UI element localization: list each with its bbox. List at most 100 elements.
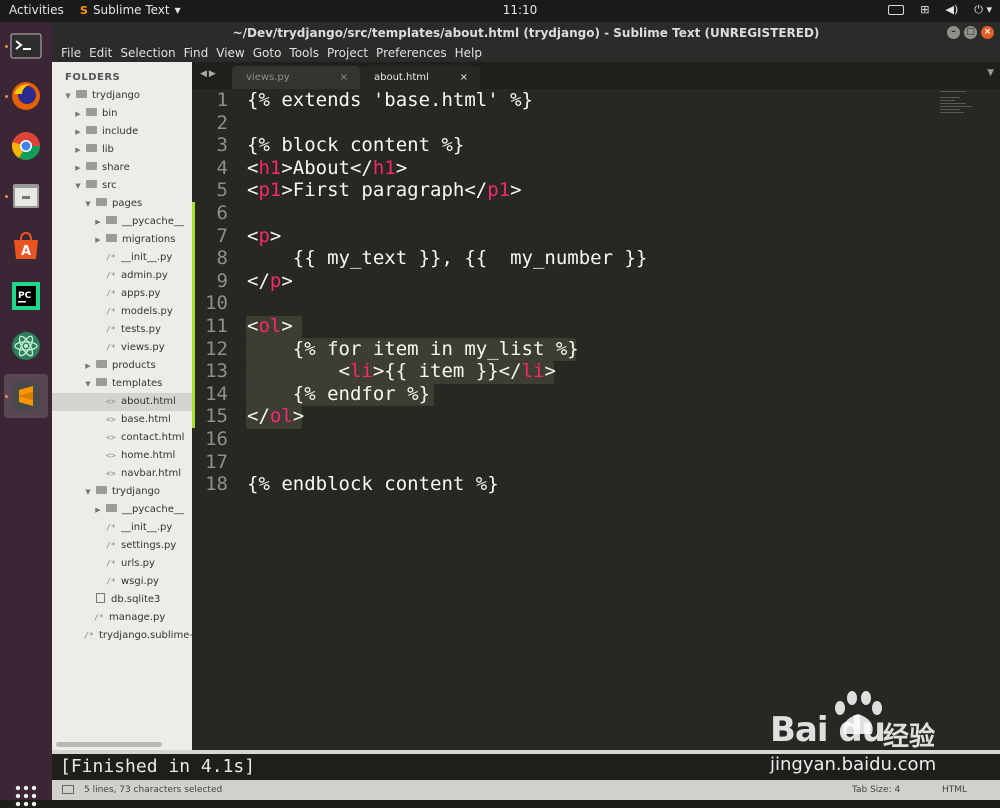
- window-controls: – □ ×: [947, 26, 994, 39]
- disclosure-closed-icon[interactable]: ▶: [94, 501, 102, 519]
- disclosure-open-icon[interactable]: ▼: [74, 177, 82, 195]
- panel-toggle-icon[interactable]: [62, 785, 74, 794]
- tab-about-html[interactable]: about.html ×: [360, 66, 480, 89]
- tab-size-button[interactable]: Tab Size: 4: [852, 780, 900, 800]
- tree-folder-templates[interactable]: ▼ templates: [52, 375, 192, 393]
- tab-scroll-arrows-icon[interactable]: ◀▶: [200, 69, 218, 79]
- tree-folder-pycache[interactable]: ▶ __pycache__: [52, 213, 192, 231]
- tree-file-urls[interactable]: /* urls.py: [52, 555, 192, 573]
- disclosure-open-icon[interactable]: ▼: [84, 375, 92, 393]
- tree-folder-pages[interactable]: ▼ pages: [52, 195, 192, 213]
- tab-list-dropdown-icon[interactable]: ▼: [987, 68, 994, 78]
- disclosure-open-icon[interactable]: ▼: [84, 483, 92, 501]
- menu-tools[interactable]: Tools: [285, 44, 323, 62]
- dock-firefox[interactable]: [4, 74, 48, 118]
- tree-folder-share[interactable]: ▶ share: [52, 159, 192, 177]
- menu-goto[interactable]: Goto: [249, 44, 286, 62]
- python-file-icon: /*: [106, 559, 116, 568]
- tab-views-py[interactable]: views.py ×: [232, 66, 360, 89]
- sidebar-horizontal-scrollbar[interactable]: [56, 742, 162, 747]
- minimize-icon[interactable]: –: [947, 26, 960, 39]
- dock-files[interactable]: [4, 174, 48, 218]
- syntax-button[interactable]: HTML: [942, 780, 967, 800]
- tree-file-about-html[interactable]: <> about.html: [52, 393, 192, 411]
- tree-folder-src[interactable]: ▼ src: [52, 177, 192, 195]
- menu-find[interactable]: Find: [180, 44, 213, 62]
- dock-software[interactable]: A: [4, 224, 48, 268]
- tree-file-models[interactable]: /* models.py: [52, 303, 192, 321]
- line-number: 7: [216, 224, 228, 247]
- launcher-dock: A PC: [0, 22, 52, 808]
- keyboard-icon[interactable]: [888, 5, 905, 15]
- disclosure-closed-icon[interactable]: ▶: [84, 357, 92, 375]
- close-icon[interactable]: ×: [981, 26, 994, 39]
- menu-view[interactable]: View: [212, 44, 248, 62]
- tree-folder-lib[interactable]: ▶ lib: [52, 141, 192, 159]
- disclosure-open-icon[interactable]: ▼: [64, 87, 72, 105]
- show-applications-icon[interactable]: [14, 784, 38, 808]
- tree-file-init[interactable]: /* __init__.py: [52, 249, 192, 267]
- dock-atom[interactable]: [4, 324, 48, 368]
- tab-close-icon[interactable]: ×: [460, 66, 468, 89]
- tree-file-db-sqlite3[interactable]: db.sqlite3: [52, 591, 192, 609]
- clock[interactable]: 11:10: [490, 3, 550, 17]
- tree-file-manage[interactable]: /* manage.py: [52, 609, 192, 627]
- disclosure-closed-icon[interactable]: ▶: [94, 231, 102, 249]
- disclosure-closed-icon[interactable]: ▶: [74, 141, 82, 159]
- menu-file[interactable]: File: [57, 44, 85, 62]
- dock-chrome[interactable]: [4, 124, 48, 168]
- tree-file-apps[interactable]: /* apps.py: [52, 285, 192, 303]
- menu-help[interactable]: Help: [451, 44, 486, 62]
- software-center-icon: A: [14, 231, 38, 259]
- tree-folder-pycache-2[interactable]: ▶ __pycache__: [52, 501, 192, 519]
- menu-bar: File Edit Selection Find View Goto Tools…: [52, 44, 1000, 62]
- tree-file-navbar-html[interactable]: <> navbar.html: [52, 465, 192, 483]
- database-file-icon: [96, 593, 105, 603]
- folder-sidebar: FOLDERS ▼ trydjango ▶ bin ▶ include ▶ lib ▶ s…: [52, 62, 192, 750]
- tree-file-tests[interactable]: /* tests.py: [52, 321, 192, 339]
- dock-sublime[interactable]: [4, 374, 48, 418]
- tree-file-sublime-project[interactable]: /* trydjango.sublime-: [52, 627, 192, 645]
- disclosure-closed-icon[interactable]: ▶: [74, 105, 82, 123]
- network-icon[interactable]: ⊞: [920, 3, 929, 17]
- menu-selection[interactable]: Selection: [116, 44, 179, 62]
- activities-button[interactable]: Activities: [9, 3, 64, 17]
- tree-file-contact-html[interactable]: <> contact.html: [52, 429, 192, 447]
- tree-folder-trydjango-inner[interactable]: ▼ trydjango: [52, 483, 192, 501]
- running-indicator: [5, 195, 8, 198]
- tree-file-home-html[interactable]: <> home.html: [52, 447, 192, 465]
- menu-edit[interactable]: Edit: [85, 44, 116, 62]
- status-bar: 5 lines, 73 characters selected Tab Size…: [52, 780, 1000, 800]
- tree-folder-products[interactable]: ▶ products: [52, 357, 192, 375]
- code-line: 17: [192, 451, 932, 474]
- dock-terminal[interactable]: [4, 24, 48, 68]
- tree-file-views[interactable]: /* views.py: [52, 339, 192, 357]
- maximize-icon[interactable]: □: [964, 26, 977, 39]
- code-editor[interactable]: 1 {% extends 'base.html' %} 2 3 {% block c…: [192, 89, 1000, 750]
- tree-file-wsgi[interactable]: /* wsgi.py: [52, 573, 192, 591]
- power-icon[interactable]: ⏻ ▾: [974, 3, 992, 17]
- disclosure-open-icon[interactable]: ▼: [84, 195, 92, 213]
- tree-folder-include[interactable]: ▶ include: [52, 123, 192, 141]
- tree-file-init-2[interactable]: /* __init__.py: [52, 519, 192, 537]
- tree-file-admin[interactable]: /* admin.py: [52, 267, 192, 285]
- tree-folder-trydjango[interactable]: ▼ trydjango: [52, 87, 192, 105]
- disclosure-closed-icon[interactable]: ▶: [94, 213, 102, 231]
- app-menu[interactable]: S Sublime Text ▾: [80, 3, 181, 17]
- files-icon: [13, 184, 39, 208]
- dock-pycharm[interactable]: PC: [4, 274, 48, 318]
- tree-folder-migrations[interactable]: ▶ migrations: [52, 231, 192, 249]
- tab-close-icon[interactable]: ×: [340, 66, 348, 89]
- tree-file-base-html[interactable]: <> base.html: [52, 411, 192, 429]
- menu-preferences[interactable]: Preferences: [372, 44, 451, 62]
- code-line: 2: [192, 112, 932, 135]
- disclosure-closed-icon[interactable]: ▶: [74, 159, 82, 177]
- tree-folder-bin[interactable]: ▶ bin: [52, 105, 192, 123]
- disclosure-closed-icon[interactable]: ▶: [74, 123, 82, 141]
- volume-icon[interactable]: ◀): [946, 3, 959, 17]
- watermark-chinese-text: 经验: [883, 722, 936, 752]
- minimap[interactable]: [940, 91, 980, 121]
- code-line: 3 {% block content %}: [192, 134, 932, 157]
- tree-file-settings[interactable]: /* settings.py: [52, 537, 192, 555]
- menu-project[interactable]: Project: [323, 44, 372, 62]
